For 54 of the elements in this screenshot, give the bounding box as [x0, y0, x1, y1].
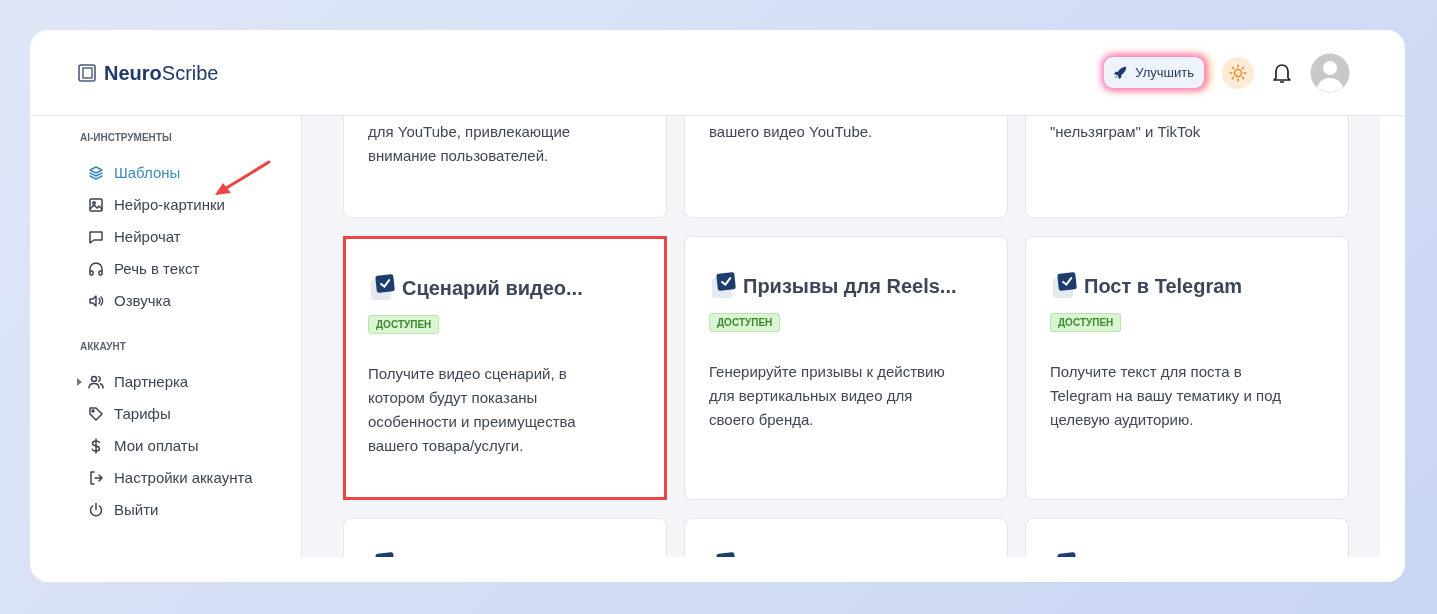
- bell-icon[interactable]: [1272, 61, 1292, 84]
- sidebar-item[interactable]: Нейро-картинки: [80, 189, 301, 221]
- brand-logo[interactable]: NeuroScribe: [104, 57, 219, 88]
- sidebar-item[interactable]: Настройки аккаунта: [80, 462, 301, 494]
- caret-icon: [77, 378, 82, 386]
- status-badge: ДОСТУПЕН: [709, 313, 781, 332]
- template-card[interactable]: вашего видео YouTube.: [684, 116, 1008, 218]
- checkbox-icon: [1050, 271, 1080, 301]
- card-description: Генерируйте призывы к действию для вертикальных видео для своего бренда.: [709, 362, 946, 430]
- upgrade-button[interactable]: Улучшить: [1104, 56, 1204, 89]
- template-card[interactable]: [684, 518, 1008, 557]
- highlighted-template-card[interactable]: Сценарий видео... ДОСТУПЕН Получите видео сценарий, в котором будут показаны особенности и преимущества вашего товара/услуги.: [343, 236, 667, 500]
- sidebar-item[interactable]: Озвучка: [80, 285, 301, 317]
- template-card[interactable]: для YouTube, привлекающие внимание пользователей.: [343, 116, 667, 218]
- template-card[interactable]: [1025, 518, 1349, 557]
- card-description: Получите текст для поста в Telegram на вашу тематику и под целевую аудиторию.: [1050, 362, 1282, 430]
- sidebar-item[interactable]: Мои оплаты: [80, 430, 301, 462]
- card-description: вашего видео YouTube.: [709, 122, 874, 142]
- users-icon: [88, 374, 104, 390]
- checkbox-icon: [368, 273, 398, 303]
- card-description: для YouTube, привлекающие внимание пользователей.: [368, 122, 572, 166]
- avatar[interactable]: [1310, 52, 1350, 93]
- tag-icon: [88, 406, 104, 422]
- sidebar-item[interactable]: Нейрочат: [80, 221, 301, 253]
- card-title: Призывы для Reels...: [743, 274, 957, 298]
- sidebar-item[interactable]: Тарифы: [80, 398, 301, 430]
- status-badge: ДОСТУПЕН: [368, 315, 440, 334]
- status-badge: ДОСТУПЕН: [1050, 313, 1122, 332]
- card-description: Получите видео сценарий, в котором будут показаны особенности и преимущества вашего товара/услуги.: [368, 364, 577, 456]
- theme-toggle-button[interactable]: [1222, 56, 1254, 89]
- sun-icon: [1229, 63, 1247, 82]
- rocket-icon: [1114, 66, 1128, 79]
- template-card[interactable]: Пост в Telegram ДОСТУПЕН Получите текст для поста в Telegram на вашу тематику и под целевую аудиторию.: [1025, 236, 1349, 500]
- logo-icon: [78, 63, 96, 82]
- card-description: "нельзяграм" и TikTok: [1050, 122, 1202, 142]
- template-card[interactable]: Призывы для Reels... ДОСТУПЕН Генерируйте призывы к действию для вертикальных видео для своего бренда.: [684, 236, 1008, 500]
- power-icon: [88, 502, 104, 518]
- sidebar-item[interactable]: Речь в текст: [80, 253, 301, 285]
- headphones-icon: [88, 261, 104, 277]
- checkbox-icon: [709, 271, 739, 301]
- sidebar-item[interactable]: Шаблоны: [80, 157, 301, 189]
- template-card[interactable]: [343, 518, 667, 557]
- sidebar-item[interactable]: Партнерка: [80, 366, 301, 398]
- section-heading: АККАУНТ: [80, 340, 127, 354]
- image-icon: [88, 197, 104, 213]
- logout-icon: [88, 470, 104, 486]
- card-title: Сценарий видео...: [402, 276, 583, 300]
- speaker-icon: [88, 293, 104, 309]
- chat-icon: [88, 229, 104, 245]
- layers-icon: [88, 165, 104, 181]
- card-title: Пост в Telegram: [1084, 274, 1243, 298]
- sidebar-item[interactable]: Выйти: [80, 494, 301, 526]
- template-card[interactable]: "нельзяграм" и TikTok: [1025, 116, 1349, 218]
- section-heading: AI-ИНСТРУМЕНТЫ: [80, 131, 173, 145]
